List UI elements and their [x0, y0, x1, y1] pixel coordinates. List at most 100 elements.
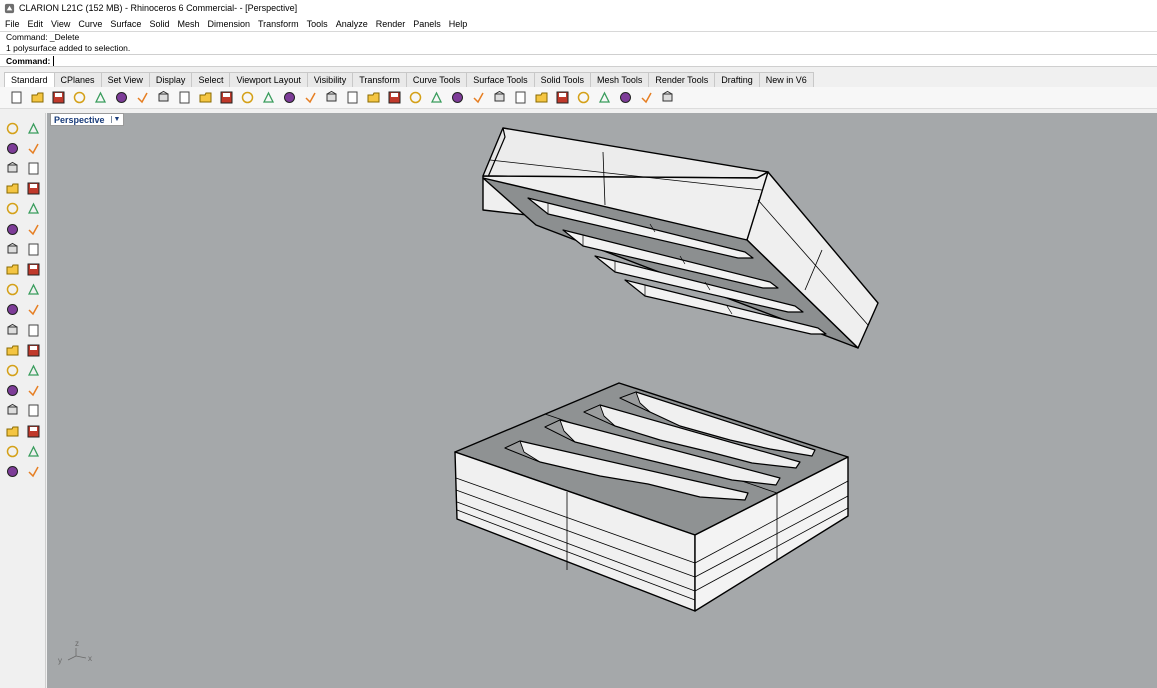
- lock-object-icon[interactable]: [448, 89, 466, 107]
- pan-hand-icon[interactable]: [196, 89, 214, 107]
- tab-select[interactable]: Select: [191, 72, 231, 87]
- render-icon[interactable]: [3, 462, 21, 480]
- menu-render[interactable]: Render: [376, 19, 406, 29]
- menu-edit[interactable]: Edit: [28, 19, 44, 29]
- check-icon[interactable]: [24, 442, 42, 460]
- menu-surface[interactable]: Surface: [110, 19, 141, 29]
- model-scene[interactable]: z x y: [47, 113, 1157, 688]
- cage-edit-icon[interactable]: [3, 402, 21, 420]
- gumball-icon[interactable]: [24, 402, 42, 420]
- options-icon[interactable]: [616, 89, 634, 107]
- menu-dimension[interactable]: Dimension: [207, 19, 250, 29]
- help-icon[interactable]: [658, 89, 676, 107]
- tab-solid-tools[interactable]: Solid Tools: [533, 72, 591, 87]
- open-file-icon[interactable]: [28, 89, 46, 107]
- print-icon[interactable]: [70, 89, 88, 107]
- menu-solid[interactable]: Solid: [149, 19, 169, 29]
- sweep-icon[interactable]: [24, 220, 42, 238]
- menu-file[interactable]: File: [5, 19, 20, 29]
- menu-help[interactable]: Help: [449, 19, 468, 29]
- rectangle-icon[interactable]: [24, 180, 42, 198]
- fillet-curve-icon[interactable]: [24, 200, 42, 218]
- text-icon[interactable]: [3, 361, 21, 379]
- layer-icon[interactable]: [469, 89, 487, 107]
- explode-icon[interactable]: [24, 281, 42, 299]
- paste-icon[interactable]: [154, 89, 172, 107]
- arc-icon[interactable]: [3, 180, 21, 198]
- trim-icon[interactable]: [24, 301, 42, 319]
- rotate-view-icon[interactable]: [322, 89, 340, 107]
- cut-icon[interactable]: [112, 89, 130, 107]
- paint-icon[interactable]: [24, 462, 42, 480]
- analyze-icon[interactable]: [3, 442, 21, 460]
- cylinder-solid-icon[interactable]: [3, 260, 21, 278]
- tab-new-in-v6[interactable]: New in V6: [758, 72, 814, 87]
- menu-view[interactable]: View: [51, 19, 70, 29]
- car-icon[interactable]: [364, 89, 382, 107]
- upper-mold-piece[interactable]: [482, 127, 879, 349]
- circle-icon[interactable]: [3, 159, 21, 177]
- shaded-sphere-icon[interactable]: [532, 89, 550, 107]
- ellipse-icon[interactable]: [24, 159, 42, 177]
- zoom-selected-icon[interactable]: [301, 89, 319, 107]
- tab-display[interactable]: Display: [148, 72, 193, 87]
- select-arrow-icon[interactable]: [3, 119, 21, 137]
- align-icon[interactable]: [24, 422, 42, 440]
- group-icon[interactable]: [3, 382, 21, 400]
- menu-tools[interactable]: Tools: [307, 19, 328, 29]
- lightbulb-icon[interactable]: [427, 89, 445, 107]
- menu-curve[interactable]: Curve: [78, 19, 102, 29]
- polygon-icon[interactable]: [3, 200, 21, 218]
- chevron-down-icon[interactable]: ▼: [110, 116, 120, 123]
- tab-viewport-layout[interactable]: Viewport Layout: [229, 72, 308, 87]
- sphere-solid-icon[interactable]: [24, 240, 42, 258]
- extend-icon[interactable]: [3, 301, 21, 319]
- array-icon[interactable]: [3, 422, 21, 440]
- tab-visibility[interactable]: Visibility: [306, 72, 354, 87]
- hide-icon[interactable]: [385, 89, 403, 107]
- menu-panels[interactable]: Panels: [413, 19, 441, 29]
- point-icon[interactable]: [24, 119, 42, 137]
- globe-icon[interactable]: [637, 89, 655, 107]
- undo-icon[interactable]: [175, 89, 193, 107]
- tab-mesh-tools[interactable]: Mesh Tools: [589, 72, 650, 87]
- light-icon[interactable]: [3, 281, 21, 299]
- new-file-icon[interactable]: [7, 89, 25, 107]
- zoom-icon[interactable]: [238, 89, 256, 107]
- copy-icon[interactable]: [133, 89, 151, 107]
- offset-icon[interactable]: [3, 341, 21, 359]
- tab-render-tools[interactable]: Render Tools: [648, 72, 716, 87]
- viewport-title-tab[interactable]: Perspective ▼: [50, 113, 125, 126]
- gear-icon[interactable]: [595, 89, 613, 107]
- four-viewports-icon[interactable]: [343, 89, 361, 107]
- save-icon[interactable]: [49, 89, 67, 107]
- surface-icon[interactable]: [3, 220, 21, 238]
- dimension-icon[interactable]: [24, 361, 42, 379]
- zoom-extents-icon[interactable]: [280, 89, 298, 107]
- brush-icon[interactable]: [574, 89, 592, 107]
- tab-standard[interactable]: Standard: [4, 72, 55, 87]
- color-wheel-icon[interactable]: [490, 89, 508, 107]
- import-icon[interactable]: [91, 89, 109, 107]
- move-view-icon[interactable]: [217, 89, 235, 107]
- tab-surface-tools[interactable]: Surface Tools: [466, 72, 535, 87]
- menu-analyze[interactable]: Analyze: [336, 19, 368, 29]
- box-solid-icon[interactable]: [3, 240, 21, 258]
- lock-icon[interactable]: [406, 89, 424, 107]
- polyline-icon[interactable]: [3, 139, 21, 157]
- menu-mesh[interactable]: Mesh: [177, 19, 199, 29]
- join-icon[interactable]: [24, 321, 42, 339]
- tab-transform[interactable]: Transform: [352, 72, 407, 87]
- lower-mold-piece[interactable]: [454, 382, 849, 612]
- render-sphere-icon[interactable]: [511, 89, 529, 107]
- command-line[interactable]: Command:: [0, 54, 1157, 67]
- rebuild-icon[interactable]: [24, 341, 42, 359]
- blue-sphere-icon[interactable]: [553, 89, 571, 107]
- tab-curve-tools[interactable]: Curve Tools: [405, 72, 468, 87]
- tab-cplanes[interactable]: CPlanes: [53, 72, 102, 87]
- mesh-icon[interactable]: [24, 260, 42, 278]
- tab-drafting[interactable]: Drafting: [714, 72, 760, 87]
- boolean-icon[interactable]: [3, 321, 21, 339]
- tab-set-view[interactable]: Set View: [100, 72, 150, 87]
- block-icon[interactable]: [24, 382, 42, 400]
